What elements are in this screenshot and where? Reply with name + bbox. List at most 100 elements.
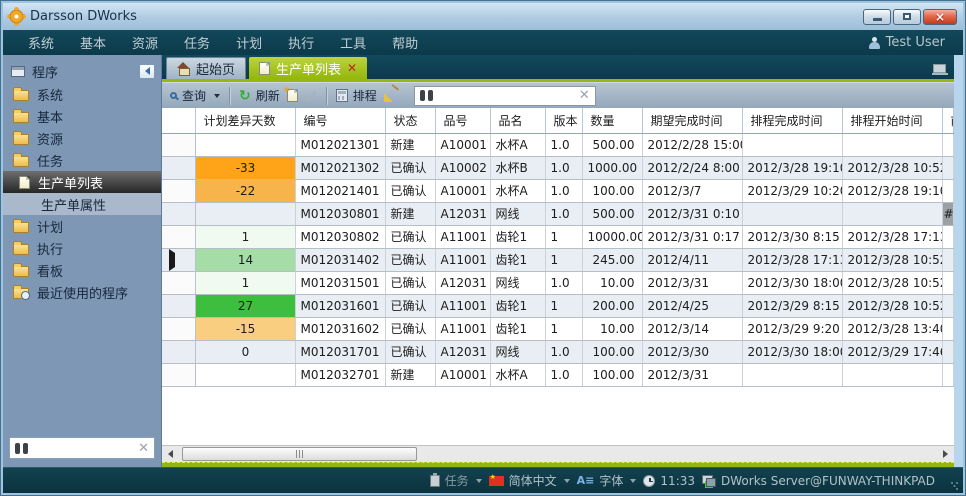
column-header[interactable] — [162, 108, 195, 133]
cell-status[interactable]: 已确认 — [385, 294, 435, 317]
cell-sched-start[interactable]: 2012/3/29 17:46 — [842, 340, 942, 363]
menu-item[interactable]: 帮助 — [379, 30, 431, 55]
row-header-cell[interactable] — [162, 271, 195, 294]
cell-sched-start[interactable]: 2012/3/28 19:10 — [842, 179, 942, 202]
cell-status[interactable]: 已确认 — [385, 179, 435, 202]
cell-status[interactable]: 已确认 — [385, 156, 435, 179]
cell-qty[interactable]: 100.00 — [582, 363, 642, 386]
cell-part-no[interactable]: A10001 — [435, 363, 490, 386]
column-header[interactable]: 品号 — [435, 108, 490, 133]
cell-sched-finish[interactable]: 2012/3/28 19:10 — [742, 156, 842, 179]
cell-version[interactable]: 1 — [545, 317, 582, 340]
user-info[interactable]: Test User — [869, 35, 951, 50]
horizontal-scrollbar[interactable] — [162, 445, 954, 462]
column-header[interactable]: 版本 — [545, 108, 582, 133]
restore-button[interactable] — [893, 9, 921, 25]
column-header[interactable]: 计划差异天数 — [195, 108, 295, 133]
cell-status[interactable]: 新建 — [385, 202, 435, 225]
row-header-cell[interactable] — [162, 248, 195, 271]
scrollbar-thumb[interactable] — [182, 447, 417, 461]
row-header-cell[interactable] — [162, 133, 195, 156]
tab-home[interactable]: 起始页 — [166, 57, 246, 79]
edit-button[interactable] — [305, 89, 317, 103]
cell-sched-start[interactable]: 2012/3/28 13:40 — [842, 317, 942, 340]
table-row[interactable]: -22M012021401已确认A10001水杯A1.0100.002012/3… — [162, 179, 953, 202]
cell-diff[interactable]: -22 — [195, 179, 295, 202]
cell-extra[interactable] — [942, 248, 953, 271]
cell-status[interactable]: 已确认 — [385, 248, 435, 271]
cell-qty[interactable]: 10.00 — [582, 317, 642, 340]
cell-qty[interactable]: 1000.00 — [582, 156, 642, 179]
cell-sched-finish[interactable] — [742, 363, 842, 386]
cell-sched-start[interactable]: 2012/3/28 10:52 — [842, 271, 942, 294]
cell-diff[interactable]: 14 — [195, 248, 295, 271]
resize-grip[interactable] — [950, 481, 959, 490]
column-header[interactable]: 品名 — [490, 108, 545, 133]
cell-expected-finish[interactable]: 2012/3/31 0:10 — [642, 202, 742, 225]
cell-sched-start[interactable]: 2012/3/28 10:52 — [842, 294, 942, 317]
cell-extra[interactable] — [942, 225, 953, 248]
chevron-down-icon[interactable] — [214, 94, 220, 98]
cell-diff[interactable]: 1 — [195, 271, 295, 294]
cell-qty[interactable]: 500.00 — [582, 202, 642, 225]
refresh-button[interactable]: ↻ 刷新 — [239, 87, 280, 104]
row-header-cell[interactable] — [162, 202, 195, 225]
cell-qty[interactable]: 10.00 — [582, 271, 642, 294]
cell-diff[interactable]: -33 — [195, 156, 295, 179]
sidebar-item[interactable]: 生产单列表 — [3, 171, 161, 193]
cell-version[interactable]: 1 — [545, 294, 582, 317]
cell-part-name[interactable]: 齿轮1 — [490, 248, 545, 271]
cell-part-name[interactable]: 水杯A — [490, 179, 545, 202]
cell-diff[interactable] — [195, 202, 295, 225]
cell-part-no[interactable]: A11001 — [435, 294, 490, 317]
sidebar-item[interactable]: 资源 — [3, 127, 161, 149]
sidebar-item[interactable]: 系统 — [3, 83, 161, 105]
cell-sched-finish[interactable]: 2012/3/30 18:00 — [742, 271, 842, 294]
cell-expected-finish[interactable]: 2012/2/28 15:00 — [642, 133, 742, 156]
sidebar-item[interactable]: 生产单属性 — [3, 193, 161, 215]
cell-part-no[interactable]: A10002 — [435, 156, 490, 179]
cell-sched-start[interactable]: 2012/3/28 10:52 — [842, 248, 942, 271]
cell-sched-start[interactable] — [842, 133, 942, 156]
sidebar-item[interactable]: 执行 — [3, 237, 161, 259]
cell-part-name[interactable]: 水杯A — [490, 363, 545, 386]
task-menu[interactable]: 任务 — [430, 472, 482, 489]
cell-status[interactable]: 已确认 — [385, 225, 435, 248]
row-header-cell[interactable] — [162, 363, 195, 386]
cell-qty[interactable]: 245.00 — [582, 248, 642, 271]
cell-sched-finish[interactable]: 2012/3/29 10:20 — [742, 179, 842, 202]
cell-status[interactable]: 已确认 — [385, 340, 435, 363]
cell-extra[interactable] — [942, 294, 953, 317]
cell-part-no[interactable]: A10001 — [435, 133, 490, 156]
row-header-cell[interactable] — [162, 317, 195, 340]
cell-sched-finish[interactable]: 2012/3/30 18:00 — [742, 340, 842, 363]
menu-item[interactable]: 基本 — [67, 30, 119, 55]
table-row[interactable]: M012030801新建A12031网线1.0500.002012/3/31 0… — [162, 202, 953, 225]
scroll-left-button[interactable] — [162, 446, 179, 462]
cell-qty[interactable]: 200.00 — [582, 294, 642, 317]
clean-button[interactable] — [384, 89, 399, 103]
table-row[interactable]: M012032701新建A10001水杯A1.0100.002012/3/31 — [162, 363, 953, 386]
title-bar[interactable]: Darsson DWorks × — [3, 3, 963, 30]
scroll-right-button[interactable] — [937, 446, 954, 462]
cell-version[interactable]: 1.0 — [545, 202, 582, 225]
sidebar-item[interactable]: 任务 — [3, 149, 161, 171]
cell-extra[interactable] — [942, 271, 953, 294]
cell-version[interactable]: 1.0 — [545, 271, 582, 294]
cell-expected-finish[interactable]: 2012/3/30 — [642, 340, 742, 363]
cell-extra[interactable]: # — [942, 202, 953, 225]
cell-version[interactable]: 1.0 — [545, 340, 582, 363]
cell-qty[interactable]: 100.00 — [582, 179, 642, 202]
cell-code[interactable]: M012031601 — [295, 294, 385, 317]
schedule-button[interactable]: 排程 — [336, 87, 377, 104]
cell-diff[interactable] — [195, 133, 295, 156]
cell-version[interactable]: 1.0 — [545, 156, 582, 179]
table-row[interactable]: 0M012031701已确认A12031网线1.0100.002012/3/30… — [162, 340, 953, 363]
menu-item[interactable]: 执行 — [275, 30, 327, 55]
cell-qty[interactable]: 10000.00 — [582, 225, 642, 248]
query-button[interactable]: 查询 — [170, 87, 220, 104]
table-row[interactable]: 1M012031501已确认A12031网线1.010.002012/3/312… — [162, 271, 953, 294]
row-header-cell[interactable] — [162, 225, 195, 248]
cell-version[interactable]: 1.0 — [545, 363, 582, 386]
cell-part-name[interactable]: 网线 — [490, 340, 545, 363]
